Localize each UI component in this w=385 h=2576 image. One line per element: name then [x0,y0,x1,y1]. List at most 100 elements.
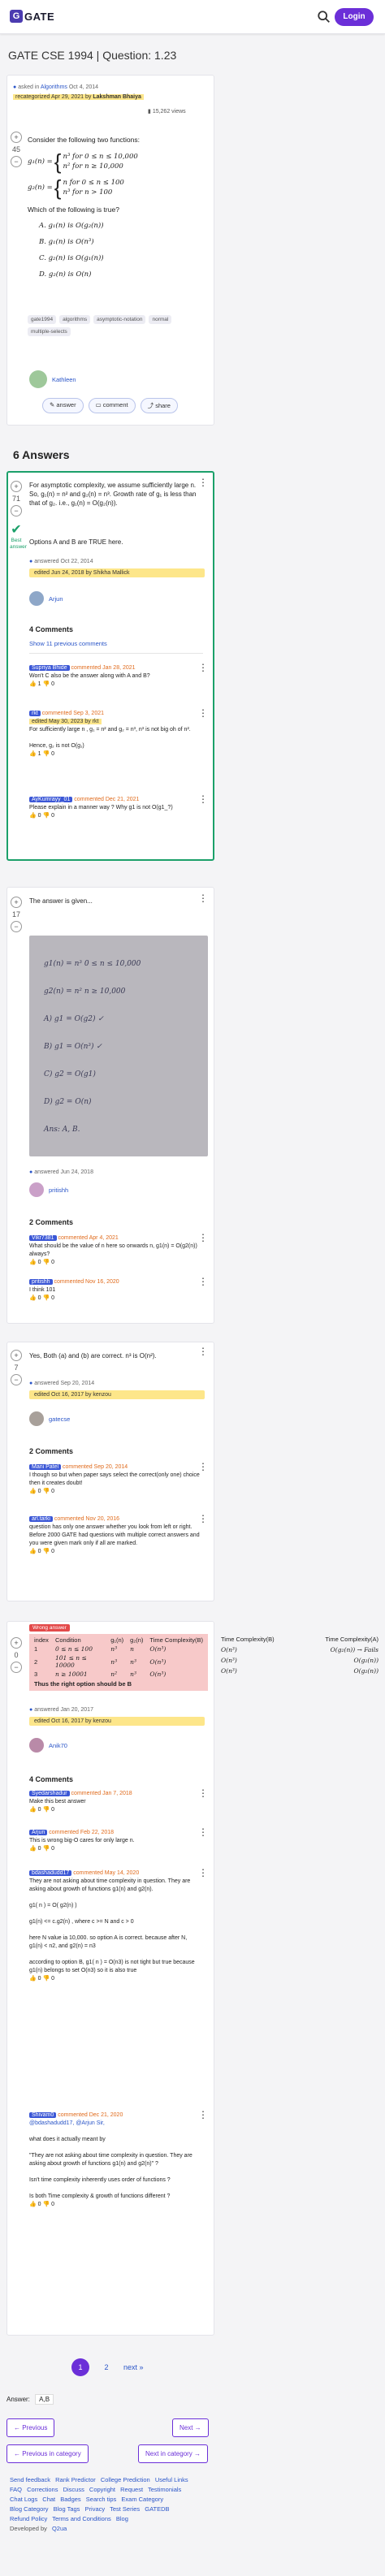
page-1-button[interactable]: 1 [71,2358,89,2376]
footer-link[interactable]: Useful Links [155,2476,188,2483]
more-options-icon[interactable]: ⋮ [198,478,208,487]
comment-author[interactable]: Arjun [29,1830,48,1835]
thumbs-down-icon[interactable]: 👎 [43,1976,50,1982]
thumbs-down-icon[interactable]: 👎 [43,813,50,819]
comment-author[interactable]: AyKumrayy_01 [29,797,73,802]
avatar[interactable] [29,1182,44,1197]
footer-link[interactable]: GATEDB [145,2505,169,2513]
thumbs-up-icon[interactable]: 👍 [29,813,37,819]
thumbs-down-icon[interactable]: 👎 [43,1489,50,1494]
share-button[interactable]: ⤴ share [140,398,178,413]
search-icon[interactable] [317,10,331,24]
tag[interactable]: normal [149,315,172,324]
more-options-icon[interactable]: ⋮ [198,1346,208,1356]
user-link[interactable]: Kathleen [52,376,76,383]
footer-link[interactable]: Chat Logs [10,2496,37,2503]
more-options-icon[interactable]: ⋮ [198,1233,208,1243]
footer-link[interactable]: Blog [116,2515,128,2522]
tag[interactable]: gate1994 [28,315,57,324]
downvote-icon[interactable]: − [11,156,22,167]
avatar[interactable] [29,1411,44,1426]
comment-author[interactable]: Syedarshadur [29,1791,70,1796]
footer-link[interactable]: Exam Category [121,2496,163,2503]
user-link[interactable]: pritishh [49,1186,68,1194]
thumbs-up-icon[interactable]: 👍 [29,1549,37,1554]
footer-link[interactable]: Copyright [89,2486,115,2493]
thumbs-down-icon[interactable]: 👎 [43,1260,50,1265]
thumbs-down-icon[interactable]: 👎 [43,1807,50,1813]
footer-link[interactable]: Refund Policy [10,2515,47,2522]
footer-link[interactable]: Corrections [27,2486,58,2493]
thumbs-down-icon[interactable]: 👎 [43,2202,50,2207]
upvote-icon[interactable]: + [11,481,22,492]
avatar[interactable] [29,370,47,388]
more-options-icon[interactable]: ⋮ [198,1827,208,1837]
thumbs-down-icon[interactable]: 👎 [43,1549,50,1554]
footer-link[interactable]: Privacy [85,2505,106,2513]
upvote-icon[interactable]: + [11,132,22,143]
footer-link[interactable]: Blog Tags [54,2505,80,2513]
thumbs-up-icon[interactable]: 👍 [29,1807,37,1813]
footer-link[interactable]: Terms and Conditions [52,2515,111,2522]
next-question-button[interactable]: Next → [172,2418,209,2437]
footer-link[interactable]: College Prediction [101,2476,150,2483]
more-options-icon[interactable]: ⋮ [198,1277,208,1286]
next-page-link[interactable]: next » [123,2363,144,2371]
footer-link[interactable]: Blog Category [10,2505,49,2513]
thumbs-down-icon[interactable]: 👎 [43,681,50,687]
footer-link[interactable]: Testimonials [148,2486,181,2493]
user-link[interactable]: Anik70 [49,1742,67,1749]
answer-button[interactable]: ✎ answer [42,398,84,413]
downvote-icon[interactable]: − [11,505,22,516]
footer-link[interactable]: Test Series [110,2505,140,2513]
comment-author[interactable]: pritishh [29,1279,53,1285]
footer-link[interactable]: Badges [60,2496,80,2503]
thumbs-up-icon[interactable]: 👍 [29,1260,37,1265]
tag[interactable]: multiple-selects [28,327,71,336]
previous-question-button[interactable]: ← Previous [6,2418,55,2437]
more-options-icon[interactable]: ⋮ [198,708,208,718]
comment-author[interactable]: rkt [29,711,41,716]
login-button[interactable]: Login [335,8,374,26]
upvote-icon[interactable]: + [11,1637,22,1649]
thumbs-up-icon[interactable]: 👍 [29,1489,37,1494]
upvote-icon[interactable]: + [11,1350,22,1361]
developer-link[interactable]: Q2ua [52,2525,67,2532]
more-options-icon[interactable]: ⋮ [198,663,208,672]
more-options-icon[interactable]: ⋮ [198,1514,208,1524]
user-link[interactable]: Arjun [49,595,63,603]
comment-author[interactable]: Shivam0 [29,2112,57,2118]
comment-author[interactable]: arl.tarki [29,1516,53,1522]
thumbs-down-icon[interactable]: 👎 [43,1295,50,1301]
comment-author[interactable]: Mani Patel [29,1464,62,1470]
footer-link[interactable]: Request [120,2486,143,2493]
upvote-icon[interactable]: + [11,897,22,908]
more-options-icon[interactable]: ⋮ [198,1462,208,1472]
thumbs-up-icon[interactable]: 👍 [29,1846,37,1852]
footer-link[interactable]: Chat [42,2496,55,2503]
footer-link[interactable]: FAQ [10,2486,22,2493]
downvote-icon[interactable]: − [11,1662,22,1673]
footer-link[interactable]: Discuss [63,2486,84,2493]
thumbs-up-icon[interactable]: 👍 [29,1976,37,1982]
downvote-icon[interactable]: − [11,921,22,932]
site-logo[interactable]: G GATE [10,9,54,24]
tag[interactable]: asymptotic-notation [93,315,146,324]
thumbs-up-icon[interactable]: 👍 [29,2202,37,2207]
comment-mentions[interactable]: @bdashadudd17, @Arjun Sir, [29,2120,105,2126]
footer-link[interactable]: Rank Predictor [55,2476,96,2483]
more-options-icon[interactable]: ⋮ [198,794,208,804]
thumbs-up-icon[interactable]: 👍 [29,681,37,687]
more-options-icon[interactable]: ⋮ [198,893,208,903]
more-options-icon[interactable]: ⋮ [198,1788,208,1798]
footer-link[interactable]: Send feedback [10,2476,50,2483]
thumbs-down-icon[interactable]: 👎 [43,1846,50,1852]
thumbs-up-icon[interactable]: 👍 [29,1295,37,1301]
comment-author[interactable]: bdashadudd17 [29,1870,72,1876]
previous-in-category-button[interactable]: ← Previous in category [6,2444,89,2463]
next-in-category-button[interactable]: Next in category → [138,2444,209,2463]
comment-button[interactable]: ▭ comment [88,398,136,413]
footer-link[interactable]: Search tips [86,2496,117,2503]
tag[interactable]: algorithms [59,315,91,324]
comment-author[interactable]: Vikr7381 [29,1235,57,1241]
